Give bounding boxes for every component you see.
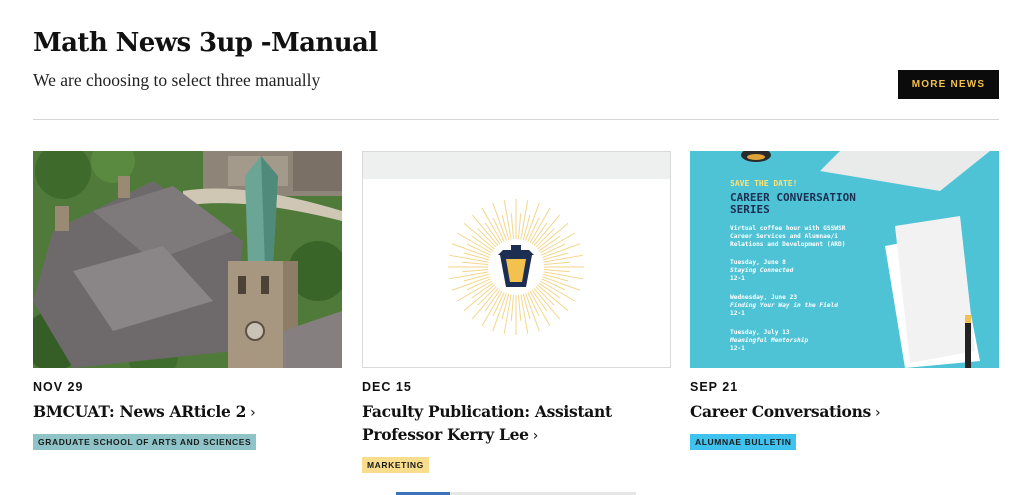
lantern-ray — [462, 261, 489, 266]
lantern-ray — [481, 290, 503, 327]
lantern-ray — [517, 294, 522, 321]
lantern-ray — [539, 232, 576, 254]
lantern-icon — [448, 199, 584, 335]
flyer-title-line2: SERIES — [730, 203, 770, 216]
divider — [33, 119, 999, 120]
news-card: SAVE THE DATE! CAREER CONVERSATION SERIE… — [690, 151, 999, 450]
news-headline-link[interactable]: Faculty Publication: Assistant Professor… — [362, 400, 671, 448]
news-date: NOV 29 — [33, 380, 84, 394]
chevron-right-icon: › — [250, 405, 256, 421]
flyer-intro: Relations and Development (ARD) — [730, 240, 845, 248]
flyer-event-time: 12-1 — [730, 310, 745, 317]
lantern-ray — [510, 294, 515, 321]
news-card: NOV 29 BMCUAT: News ARticle 2 › GRADUATE … — [33, 151, 342, 450]
lantern-ray — [535, 228, 555, 248]
lantern-ray — [481, 207, 503, 244]
flyer-event-title: Staying Connected — [730, 266, 794, 274]
flyer-event-title: Finding Your Way in the Field — [730, 301, 838, 309]
page-title: Math News 3up -Manual — [33, 28, 378, 58]
flyer-event-time: 12-1 — [730, 275, 745, 282]
lantern-ray — [503, 199, 512, 240]
page-subtitle: We are choosing to select three manually — [33, 70, 321, 90]
category-tag[interactable]: MARKETING — [362, 457, 429, 473]
news-headline-link[interactable]: BMCUAT: News ARticle 2 › — [33, 400, 342, 425]
news-image-lantern[interactable] — [362, 151, 671, 368]
flyer-event-date: Wednesday, June 23 — [730, 294, 797, 301]
aerial-campus-photo — [33, 151, 342, 368]
lantern-ray — [539, 280, 576, 302]
flyer-intro: Virtual coffee hour with GSSWSR — [730, 224, 846, 232]
news-date: DEC 15 — [362, 380, 412, 394]
lantern-ray — [477, 286, 497, 306]
flyer-intro: Career Services and Alumnae/i — [730, 232, 838, 240]
lantern-ray — [529, 290, 551, 327]
news-headline-text: Faculty Publication: Assistant Professor… — [362, 402, 612, 444]
lantern-ray — [456, 280, 493, 302]
lantern-ray — [543, 271, 584, 280]
news-headline-text: Career Conversations — [690, 402, 871, 421]
lantern-ray — [456, 232, 493, 254]
lantern-ray — [529, 207, 551, 244]
lantern-ray — [510, 213, 515, 240]
news-headline-link[interactable]: Career Conversations › — [690, 400, 999, 425]
flyer-event-date: Tuesday, July 13 — [730, 329, 790, 336]
section-header: Math News 3up -Manual We are choosing to… — [33, 26, 999, 99]
lantern-ray — [543, 254, 584, 263]
flyer-event-date: Tuesday, June 8 — [730, 259, 786, 266]
career-conversation-flyer: SAVE THE DATE! CAREER CONVERSATION SERIE… — [690, 151, 999, 368]
lantern-ray — [543, 268, 570, 273]
lantern-ray — [503, 294, 512, 335]
category-tag[interactable]: GRADUATE SCHOOL OF ARTS AND SCIENCES — [33, 434, 257, 450]
lantern-ray — [520, 294, 529, 335]
lantern-ray — [520, 199, 529, 240]
lantern-ray — [517, 213, 522, 240]
more-news-button[interactable]: MORE NEWS — [898, 70, 999, 99]
news-image-flyer[interactable]: SAVE THE DATE! CAREER CONVERSATION SERIE… — [690, 151, 999, 368]
flyer-event-time: 12-1 — [730, 345, 745, 352]
category-tag[interactable]: ALUMNAE BULLETIN — [690, 434, 797, 450]
chevron-right-icon: › — [532, 428, 539, 444]
lantern-ray — [448, 271, 489, 280]
news-card: DEC 15 Faculty Publication: Assistant Pr… — [362, 151, 671, 473]
lantern-ray — [462, 268, 489, 273]
news-headline-text: BMCUAT: News ARticle 2 — [33, 402, 247, 421]
chevron-right-icon: › — [874, 405, 881, 421]
lantern-ray — [448, 254, 489, 263]
lantern-ray — [535, 286, 555, 306]
flyer-eyebrow: SAVE THE DATE! — [730, 179, 797, 188]
lantern-ray — [543, 261, 570, 266]
news-date: SEP 21 — [690, 380, 739, 394]
news-image-campus[interactable] — [33, 151, 342, 368]
lantern-ray — [477, 228, 497, 248]
flyer-event-title: Meaningful Mentorship — [729, 336, 809, 344]
